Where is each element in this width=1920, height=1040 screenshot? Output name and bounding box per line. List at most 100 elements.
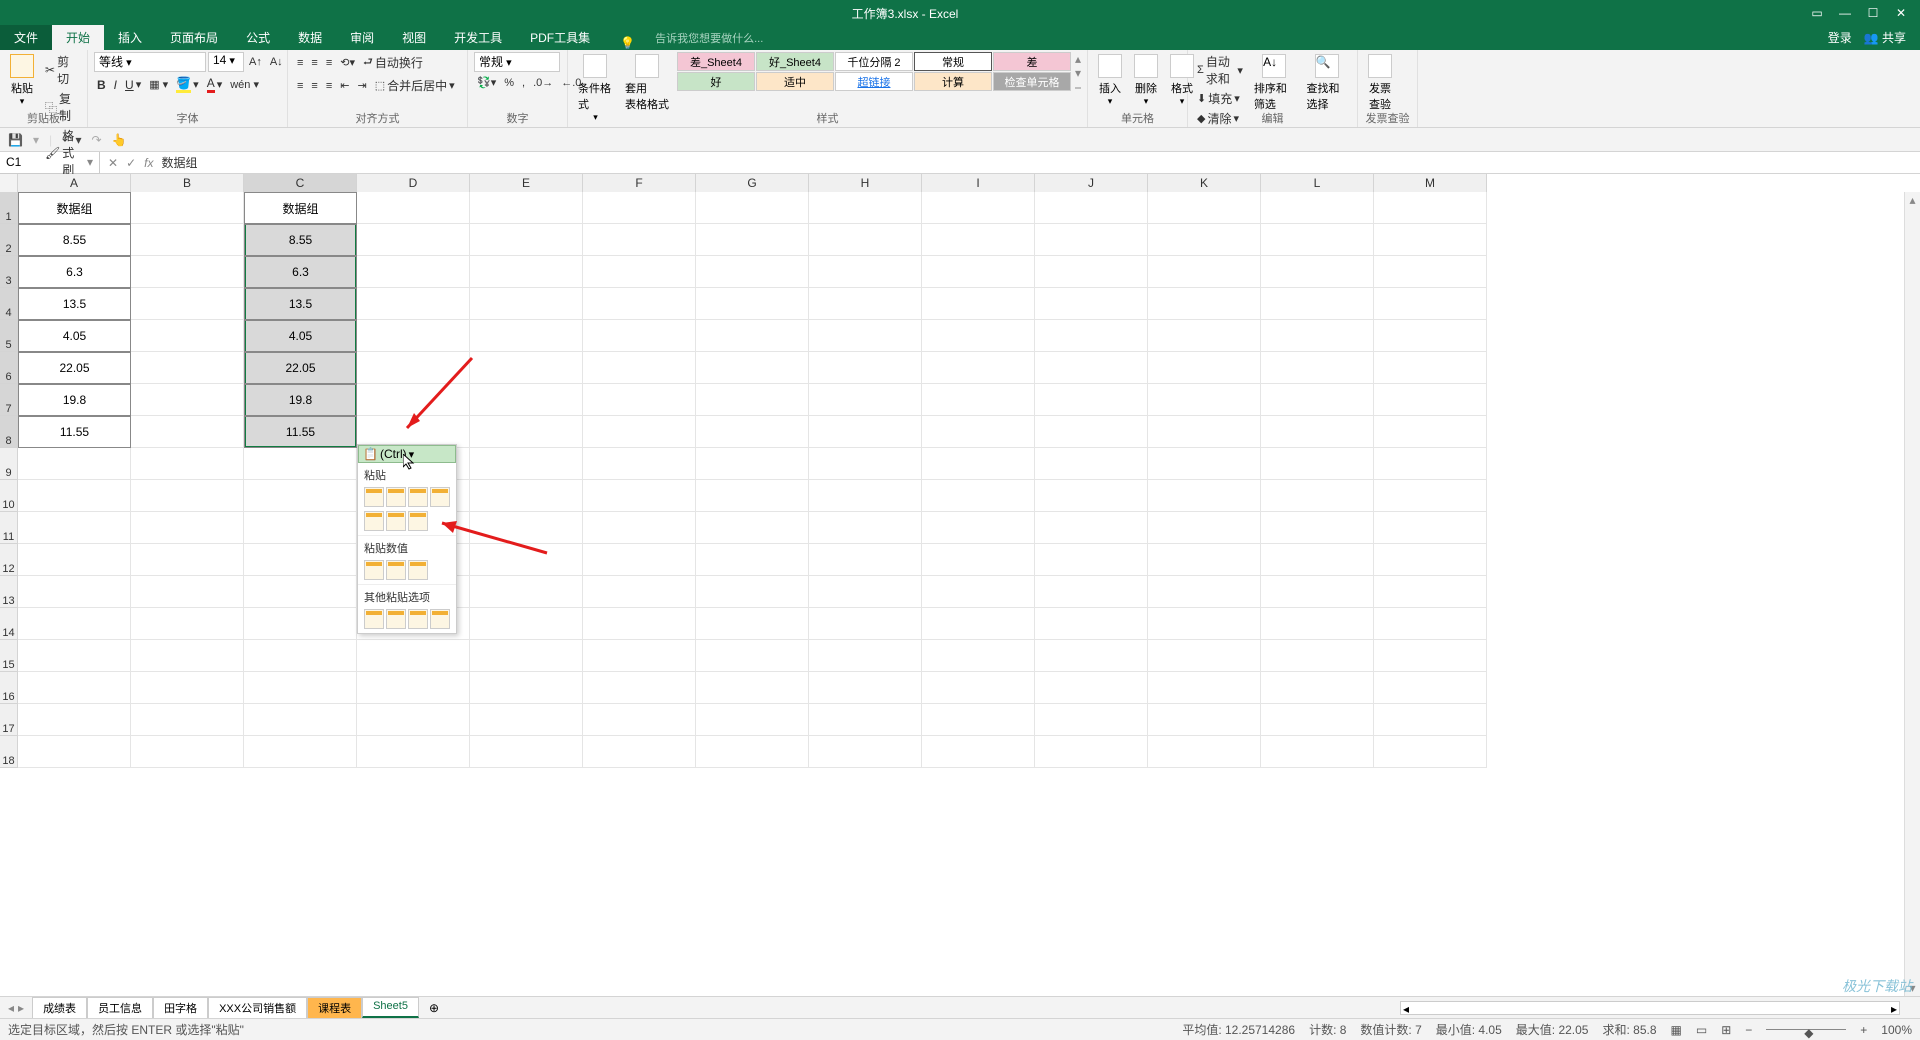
cell[interactable] — [1374, 256, 1487, 288]
cell[interactable] — [1374, 736, 1487, 768]
cell[interactable] — [131, 416, 244, 448]
cell[interactable] — [1035, 416, 1148, 448]
row-header[interactable]: 6 — [0, 352, 18, 384]
cell[interactable] — [696, 256, 809, 288]
column-header[interactable]: F — [583, 174, 696, 192]
cell[interactable] — [1148, 320, 1261, 352]
cell[interactable] — [357, 736, 470, 768]
cell[interactable] — [696, 544, 809, 576]
cell[interactable] — [809, 480, 922, 512]
cell[interactable] — [583, 640, 696, 672]
cell[interactable] — [583, 672, 696, 704]
cell[interactable] — [922, 352, 1035, 384]
delete-cells-button[interactable]: 删除▾ — [1130, 52, 1162, 109]
cell-value[interactable]: 19.8 — [244, 384, 357, 416]
sheet-nav-first-icon[interactable]: ◂ — [8, 1001, 14, 1015]
cell[interactable] — [1261, 224, 1374, 256]
row-header[interactable]: 3 — [0, 256, 18, 288]
cell[interactable] — [1035, 544, 1148, 576]
cell[interactable] — [696, 416, 809, 448]
zoom-out-icon[interactable]: − — [1745, 1023, 1752, 1037]
cell[interactable] — [696, 224, 809, 256]
style-cell[interactable]: 差_Sheet4 — [677, 52, 755, 71]
sheet-tab[interactable]: XXX公司销售额 — [208, 997, 307, 1018]
cell[interactable] — [1374, 384, 1487, 416]
minimize-icon[interactable]: — — [1838, 6, 1852, 20]
cell[interactable] — [1374, 416, 1487, 448]
cell[interactable] — [1148, 224, 1261, 256]
cell[interactable] — [809, 512, 922, 544]
percent-button[interactable]: % — [501, 76, 517, 90]
cell[interactable] — [470, 640, 583, 672]
paste-keep-width-icon[interactable] — [386, 511, 406, 531]
paste-link-icon[interactable] — [386, 609, 406, 629]
cancel-icon[interactable]: ✕ — [108, 156, 118, 170]
style-cell[interactable]: 好_Sheet4 — [756, 52, 834, 71]
row-header[interactable]: 17 — [0, 704, 18, 736]
paste-values-number-icon[interactable] — [386, 560, 406, 580]
cell[interactable] — [583, 384, 696, 416]
tab-insert[interactable]: 插入 — [104, 25, 156, 50]
cell[interactable] — [131, 704, 244, 736]
view-break-icon[interactable]: ⊞ — [1721, 1023, 1731, 1037]
grid[interactable]: ABCDEFGHIJKLM 12345678910111213141516171… — [0, 174, 1920, 996]
select-all-corner[interactable] — [0, 174, 18, 192]
cell[interactable] — [470, 192, 583, 224]
cell[interactable] — [583, 736, 696, 768]
cell[interactable] — [18, 736, 131, 768]
cell[interactable] — [583, 576, 696, 608]
cell[interactable] — [922, 288, 1035, 320]
sheet-tab[interactable]: 成绩表 — [32, 997, 87, 1018]
cell[interactable] — [809, 544, 922, 576]
cell[interactable] — [809, 352, 922, 384]
cell[interactable] — [1374, 544, 1487, 576]
cell[interactable] — [18, 640, 131, 672]
cell[interactable] — [583, 288, 696, 320]
cell[interactable] — [1148, 512, 1261, 544]
cell[interactable] — [1035, 448, 1148, 480]
decrease-font-button[interactable]: A↓ — [267, 55, 286, 69]
cell[interactable] — [18, 544, 131, 576]
cell[interactable] — [1035, 512, 1148, 544]
cell[interactable] — [696, 448, 809, 480]
cell[interactable] — [922, 224, 1035, 256]
cell[interactable] — [1148, 544, 1261, 576]
cell[interactable] — [1148, 480, 1261, 512]
cell[interactable] — [809, 256, 922, 288]
cell[interactable] — [1035, 192, 1148, 224]
cell[interactable] — [470, 352, 583, 384]
cell[interactable] — [809, 640, 922, 672]
column-header[interactable]: D — [357, 174, 470, 192]
cell[interactable] — [922, 544, 1035, 576]
cell-value[interactable]: 11.55 — [18, 416, 131, 448]
cell[interactable] — [1374, 448, 1487, 480]
row-header[interactable]: 5 — [0, 320, 18, 352]
cell[interactable] — [1261, 512, 1374, 544]
cell[interactable] — [1261, 384, 1374, 416]
tell-me[interactable]: 告诉我您想要做什么... — [655, 30, 763, 50]
cell[interactable] — [470, 576, 583, 608]
cell[interactable] — [922, 512, 1035, 544]
cell[interactable] — [1261, 320, 1374, 352]
cell[interactable] — [1148, 192, 1261, 224]
paste-picture-icon[interactable] — [408, 609, 428, 629]
row-header[interactable]: 14 — [0, 608, 18, 640]
cell[interactable] — [1148, 288, 1261, 320]
cell[interactable] — [131, 480, 244, 512]
cell[interactable] — [696, 384, 809, 416]
zoom-level[interactable]: 100% — [1881, 1023, 1912, 1037]
cell[interactable] — [244, 576, 357, 608]
tab-file[interactable]: 文件 — [0, 25, 52, 50]
cell[interactable] — [696, 192, 809, 224]
vertical-scrollbar[interactable]: ▴ ▾ — [1904, 192, 1920, 996]
cell-value[interactable]: 4.05 — [18, 320, 131, 352]
paste-values-source-icon[interactable] — [408, 560, 428, 580]
cell-value[interactable]: 6.3 — [244, 256, 357, 288]
cell[interactable] — [131, 512, 244, 544]
horizontal-scrollbar[interactable]: ◂▸ — [1400, 1001, 1900, 1015]
cell[interactable] — [244, 704, 357, 736]
cell[interactable] — [583, 192, 696, 224]
cell-value[interactable]: 数据组 — [18, 192, 131, 224]
cell[interactable] — [1261, 192, 1374, 224]
cell[interactable] — [696, 736, 809, 768]
